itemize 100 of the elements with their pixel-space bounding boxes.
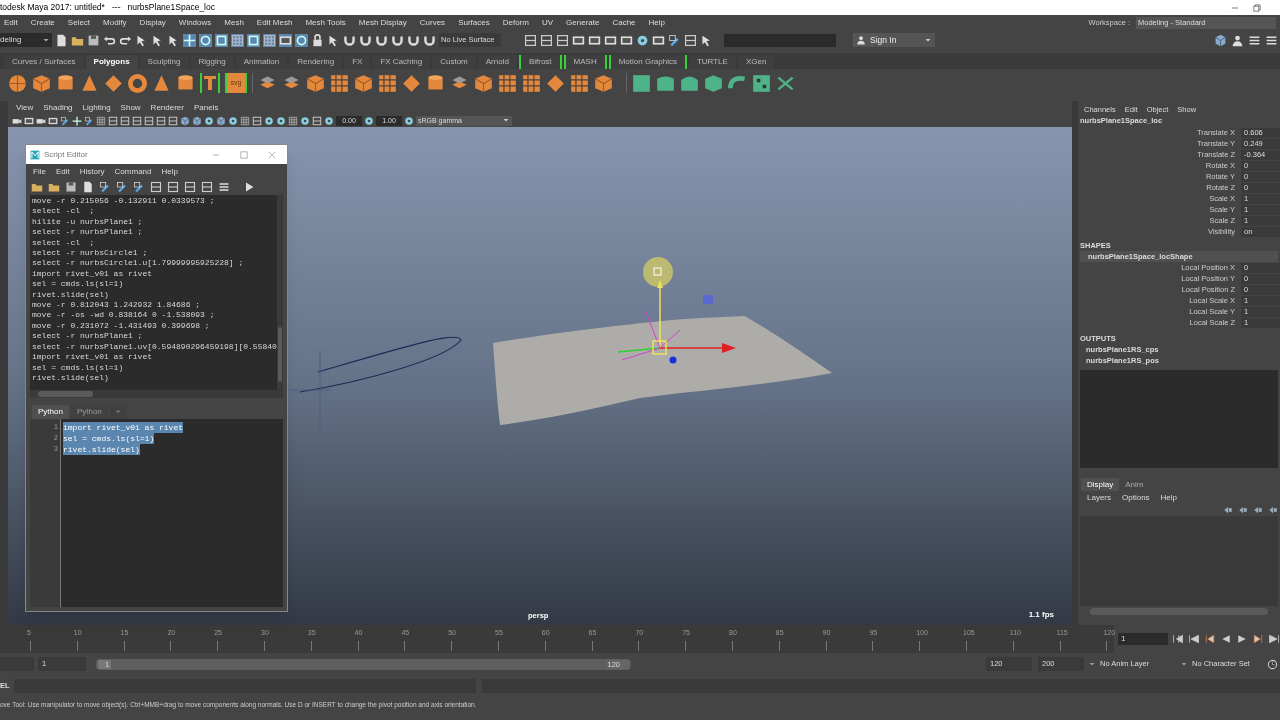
menu-item[interactable]: Create [30, 16, 55, 29]
layer-arrow-icon[interactable] [1238, 505, 1248, 515]
sphere-icon[interactable] [8, 73, 27, 93]
magnet-icon[interactable] [423, 33, 436, 47]
panel-menu-item[interactable]: Lighting [82, 101, 111, 114]
shelf-tab[interactable]: Animation [235, 55, 288, 69]
shelf-tab[interactable]: Curves / Surfaces [4, 55, 84, 69]
magnet-icon[interactable] [359, 33, 372, 47]
disc-icon[interactable] [276, 115, 286, 126]
shelf-tab[interactable]: TURTLE [688, 55, 736, 69]
pane-icon[interactable] [312, 115, 322, 126]
editor-tab[interactable]: + [109, 405, 127, 419]
playback-button-icon[interactable] [1252, 633, 1264, 645]
box-icon[interactable] [704, 73, 723, 93]
search-field[interactable] [724, 33, 836, 47]
caret-icon[interactable] [924, 36, 932, 44]
menu-set-dropdown[interactable]: deling [0, 33, 52, 47]
cone-icon[interactable] [80, 73, 99, 93]
pane-icon[interactable] [150, 181, 162, 193]
nurbs-curve[interactable] [299, 336, 462, 393]
layer-arrow-icon[interactable] [1223, 505, 1233, 515]
menu-item[interactable]: Help [161, 165, 178, 178]
film-icon[interactable] [652, 33, 665, 47]
layer-menu-item[interactable]: Options [1122, 491, 1150, 504]
cube-icon[interactable] [594, 73, 613, 93]
pane-icon[interactable] [132, 115, 142, 126]
caret-icon[interactable] [1088, 660, 1096, 668]
brush-icon[interactable] [60, 115, 70, 126]
list-icon[interactable] [1265, 33, 1278, 47]
shelf-tab[interactable]: FX [344, 55, 371, 69]
layer-tab[interactable]: Display [1081, 478, 1120, 491]
handle-square[interactable] [703, 295, 713, 304]
menu-item[interactable]: Select [67, 16, 91, 29]
restore-icon[interactable] [1252, 2, 1262, 13]
folder-icon[interactable] [48, 181, 60, 193]
brush-icon[interactable] [99, 181, 111, 193]
menu-item[interactable]: Generate [566, 16, 600, 29]
save-icon[interactable] [87, 33, 100, 47]
diamond-icon[interactable] [104, 73, 123, 93]
layer-arrow-icon[interactable] [1268, 505, 1278, 515]
film-icon[interactable] [604, 33, 617, 47]
shelf-tab[interactable]: FX Caching [372, 55, 431, 69]
menu-item[interactable]: Surfaces [458, 16, 490, 29]
arrow-cursor-icon[interactable] [167, 33, 180, 47]
shelf-tab[interactable]: Bifrost [518, 55, 562, 69]
grid-icon[interactable] [330, 73, 349, 93]
brush-icon[interactable] [668, 33, 681, 47]
panel-menu-item[interactable]: Panels [193, 101, 219, 114]
menu-item[interactable]: Edit Mesh [256, 16, 293, 29]
film-icon[interactable] [572, 33, 585, 47]
panel-menu-item[interactable]: View [16, 101, 34, 114]
move-cross-icon[interactable] [72, 115, 82, 126]
person-icon[interactable] [856, 35, 866, 45]
move-manipulator-drawing[interactable] [617, 257, 736, 364]
pane-icon[interactable] [556, 33, 569, 47]
arrow-cursor-icon[interactable] [700, 33, 713, 47]
pane-icon[interactable] [201, 181, 213, 193]
menu-item[interactable]: UV [541, 16, 554, 29]
cube-icon[interactable] [1214, 33, 1227, 47]
text-tool-icon[interactable] [200, 73, 220, 93]
caret-icon[interactable] [1180, 660, 1188, 668]
play-icon[interactable] [243, 181, 255, 193]
shelf-tab[interactable]: Motion Graphics [608, 55, 687, 69]
pane-icon[interactable] [144, 115, 154, 126]
cube-icon[interactable] [32, 73, 51, 93]
brush-icon[interactable] [116, 181, 128, 193]
layer-arrow-icon[interactable] [1253, 505, 1263, 515]
shelf-tab[interactable]: Polygons [85, 55, 138, 69]
magnet-icon[interactable] [375, 33, 388, 47]
caret-icon[interactable] [42, 36, 50, 44]
menu-item[interactable]: Command [114, 165, 152, 178]
pane-icon[interactable] [120, 115, 130, 126]
square-icon[interactable] [215, 33, 228, 47]
shelf-tab[interactable]: Custom [432, 55, 476, 69]
cube-icon[interactable] [474, 73, 493, 93]
cube-icon[interactable] [192, 115, 202, 126]
playback-button-icon[interactable] [1268, 633, 1280, 645]
film-icon[interactable] [620, 33, 633, 47]
layer-menu-item[interactable]: Layers [1087, 491, 1111, 504]
playback-button-icon[interactable] [1188, 633, 1200, 645]
arrow-cursor-icon[interactable] [327, 33, 340, 47]
menu-item[interactable]: Edit [4, 16, 18, 29]
cone-icon[interactable] [152, 73, 171, 93]
move-cross-icon[interactable] [183, 33, 196, 47]
film-icon[interactable] [24, 115, 34, 126]
menu-item[interactable]: Mesh Display [358, 16, 407, 29]
grid-icon[interactable] [522, 73, 541, 93]
playback-button-icon[interactable] [1204, 633, 1216, 645]
panel-menu-item[interactable]: Renderer [150, 101, 184, 114]
save-icon[interactable] [65, 181, 77, 193]
document-icon[interactable] [55, 33, 68, 47]
menu-item[interactable]: Windows [178, 16, 212, 29]
document-icon[interactable] [82, 181, 94, 193]
arrow-cursor-icon[interactable] [135, 33, 148, 47]
shelf-tab[interactable]: XGen [737, 55, 775, 69]
pane-icon[interactable] [184, 181, 196, 193]
magnet-icon[interactable] [391, 33, 404, 47]
pane-icon[interactable] [167, 181, 179, 193]
cube-icon[interactable] [306, 73, 325, 93]
magnet-icon[interactable] [407, 33, 420, 47]
